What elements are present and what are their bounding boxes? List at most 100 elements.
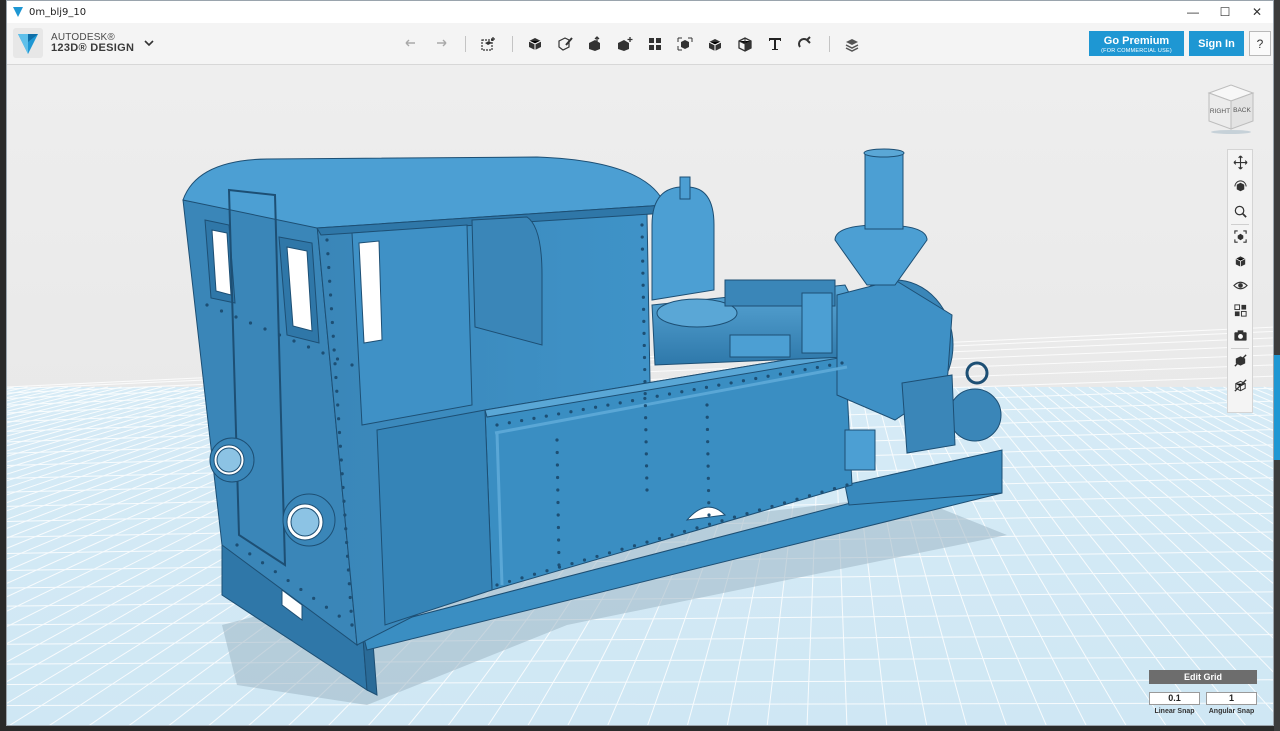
solid-shaded-button[interactable]: [1228, 349, 1252, 373]
rivet: [326, 252, 330, 256]
fit-button[interactable]: [1228, 225, 1252, 249]
rivet: [695, 526, 699, 530]
view-cube-right-label[interactable]: RIGHT: [1210, 108, 1230, 115]
rivet: [327, 265, 331, 270]
screenshot-button[interactable]: [1228, 323, 1252, 347]
rivet: [339, 458, 343, 462]
view-cube-back-label[interactable]: BACK: [1233, 107, 1251, 114]
maximize-button[interactable]: ☐: [1209, 1, 1241, 23]
rivet: [815, 365, 819, 370]
pattern-icon: [649, 38, 661, 50]
linear-snap-label: Linear Snap: [1154, 708, 1195, 715]
rivet: [644, 464, 649, 468]
3d-viewport[interactable]: RIGHT BACK Edit Grid 0.1 Linear Snap 1 A…: [7, 65, 1274, 726]
rivet: [644, 440, 648, 444]
undo-icon: [405, 39, 415, 47]
rivet: [260, 561, 265, 565]
material-icon: [845, 39, 859, 52]
rivet: [707, 501, 711, 505]
rivet: [641, 307, 646, 311]
rivet: [705, 427, 710, 432]
undo-button[interactable]: [397, 31, 425, 57]
rivet: [325, 238, 329, 242]
rivet: [569, 410, 573, 414]
wireframe-icon: [1233, 379, 1247, 392]
rivet: [642, 355, 647, 360]
text-button[interactable]: [761, 31, 789, 57]
rivet: [557, 412, 561, 416]
views-button[interactable]: [1228, 249, 1252, 273]
rivet: [556, 525, 561, 530]
primitives-button[interactable]: [521, 31, 549, 57]
logo-line-2: 123D® DESIGN: [51, 42, 135, 54]
rivet: [803, 368, 807, 372]
view-cube[interactable]: RIGHT BACK: [1203, 83, 1259, 135]
rivet: [645, 540, 649, 544]
sign-in-button[interactable]: Sign In: [1189, 31, 1244, 56]
rivet: [641, 295, 645, 299]
rivet: [706, 488, 711, 493]
rivet: [292, 339, 296, 343]
rivet: [642, 331, 646, 336]
rivet: [343, 513, 347, 517]
pan-button[interactable]: [1228, 150, 1252, 174]
angular-snap-input[interactable]: [1206, 691, 1257, 705]
rivet: [330, 320, 334, 325]
angular-snap-label: Angular Snap: [1208, 708, 1255, 715]
rivet: [641, 271, 645, 275]
sketch-button[interactable]: [551, 31, 579, 57]
help-button[interactable]: ?: [1249, 31, 1271, 56]
visibility-button[interactable]: [1228, 274, 1252, 298]
chevron-down-icon[interactable]: [143, 37, 155, 49]
edit-grid-button[interactable]: Edit Grid: [1149, 670, 1257, 684]
sketch-icon: [558, 37, 573, 51]
zoom-button[interactable]: [1228, 199, 1252, 223]
material-button[interactable]: [838, 31, 866, 57]
view-cube-icon: [1235, 256, 1245, 267]
rivet: [717, 383, 721, 387]
window-title: 0m_blj9_10: [29, 6, 87, 18]
rivet: [642, 319, 646, 323]
redo-button[interactable]: [427, 31, 455, 57]
rivet: [299, 587, 303, 592]
rivet: [778, 372, 782, 376]
rivet: [807, 494, 812, 498]
material-view-button[interactable]: [1228, 299, 1252, 323]
rivet: [520, 418, 524, 423]
linear-snap-input[interactable]: [1149, 691, 1200, 705]
pattern-button[interactable]: [641, 31, 669, 57]
rivet: [640, 235, 644, 239]
rivet: [341, 485, 345, 490]
rivet: [344, 527, 348, 531]
rivet: [593, 405, 598, 409]
minimize-button[interactable]: —: [1177, 1, 1209, 23]
modify-button[interactable]: [611, 31, 639, 57]
rivet: [532, 572, 537, 576]
construct-button[interactable]: [581, 31, 609, 57]
rivet: [205, 303, 209, 307]
rivet: [350, 623, 354, 627]
wireframe-button[interactable]: [1228, 373, 1252, 397]
orbit-icon: [1233, 180, 1247, 192]
combine-icon: [708, 39, 722, 51]
pan-icon: [1233, 155, 1247, 169]
app-logo[interactable]: AUTODESK® 123D® DESIGN: [13, 28, 134, 58]
rivet: [273, 570, 277, 574]
rivet: [645, 488, 649, 492]
text-icon: [769, 38, 781, 50]
orbit-button[interactable]: [1228, 175, 1252, 199]
zoom-icon: [1234, 205, 1247, 218]
rivet: [248, 552, 252, 556]
close-button[interactable]: ✕: [1241, 1, 1273, 23]
go-premium-button[interactable]: Go Premium (FOR COMMERCIAL USE): [1089, 31, 1184, 56]
rivet: [643, 367, 647, 372]
snap-button[interactable]: [791, 31, 819, 57]
transform-button[interactable]: [474, 31, 502, 57]
grouping-button[interactable]: [671, 31, 699, 57]
measure-button[interactable]: [731, 31, 759, 57]
model-canvas[interactable]: [7, 65, 1274, 726]
solid-shaded-icon: [1233, 354, 1247, 367]
combine-button[interactable]: [701, 31, 729, 57]
rivet: [332, 348, 336, 352]
rivet: [682, 529, 687, 534]
